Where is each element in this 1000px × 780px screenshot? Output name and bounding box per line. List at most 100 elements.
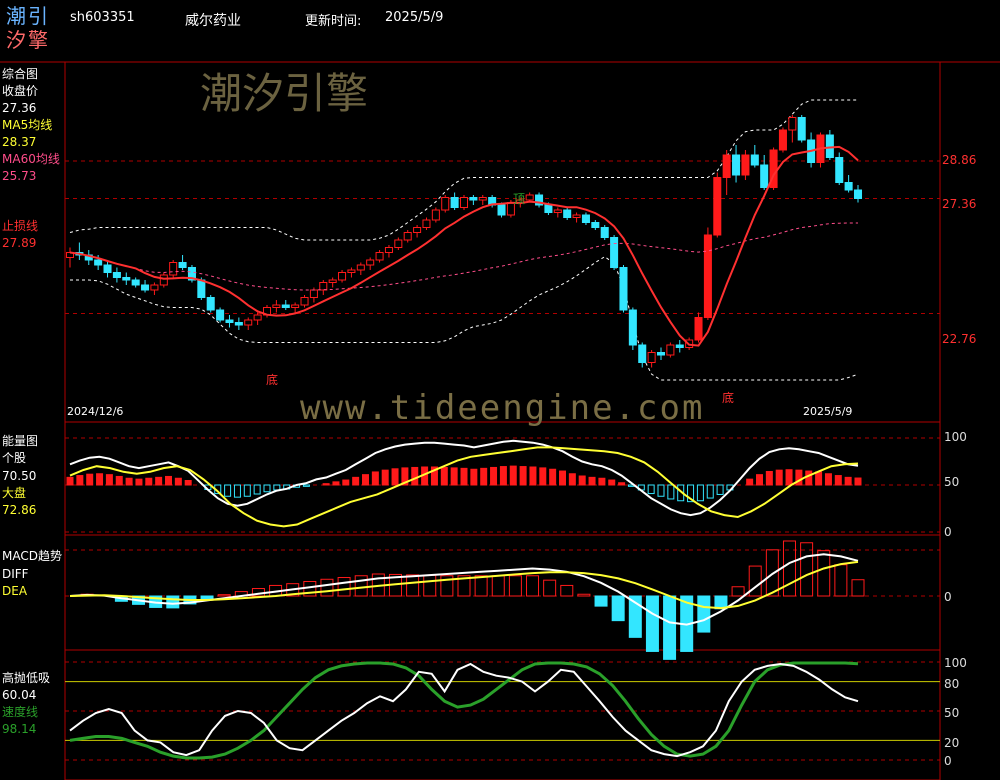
candle-body	[638, 344, 647, 363]
hilo-title: 高抛低吸	[2, 671, 51, 685]
macd-bar	[663, 595, 677, 660]
energy-tick-100: 100	[944, 430, 967, 444]
energy-bar	[135, 478, 143, 486]
energy-bar	[332, 481, 340, 486]
macd-bar	[337, 577, 351, 597]
candle-body	[150, 284, 159, 291]
energy-bar	[509, 465, 517, 486]
energy-bar	[76, 475, 84, 486]
energy-bar	[608, 479, 616, 486]
energy-market-value: 72.86	[2, 503, 37, 517]
energy-bar	[657, 484, 665, 497]
candle-body	[610, 237, 619, 268]
energy-bar	[155, 476, 163, 486]
candle-body	[112, 272, 121, 278]
energy-bar	[115, 475, 123, 486]
ma60-value: 25.73	[2, 169, 37, 183]
macd-bar	[217, 594, 231, 597]
bottom-mark-2: 底	[722, 391, 735, 405]
macd-bar	[560, 584, 574, 597]
candle-body	[244, 319, 253, 326]
hilo-tick-20: 20	[944, 736, 960, 750]
energy-bar	[342, 479, 350, 486]
energy-stock-label: 个股	[2, 451, 27, 465]
candle-body	[291, 304, 300, 308]
stop-value: 27.89	[2, 236, 37, 250]
candle-body	[694, 317, 703, 341]
macd-bar	[697, 595, 711, 633]
candle-body	[469, 197, 478, 201]
energy-market-label: 大盘	[2, 486, 27, 500]
hilo-tick-0: 0	[944, 754, 952, 768]
candle-body	[272, 304, 281, 308]
macd-bar	[406, 574, 420, 597]
hilo-speed-value: 98.14	[2, 722, 37, 736]
energy-bar	[105, 474, 113, 486]
energy-bar	[539, 467, 547, 486]
candle-body	[525, 194, 534, 201]
candle-body	[581, 214, 590, 223]
energy-title: 能量图	[2, 434, 39, 448]
macd-bar	[817, 550, 831, 597]
energy-bar	[450, 467, 458, 486]
energy-bar	[322, 483, 330, 486]
energy-bar	[243, 484, 251, 497]
macd-diff-label: DIFF	[2, 567, 29, 581]
energy-bar	[746, 478, 754, 486]
bottom-mark-1: 底	[266, 373, 279, 387]
candle-body	[741, 154, 750, 176]
energy-bar	[775, 469, 783, 486]
energy-stock-value: 70.50	[2, 469, 37, 483]
energy-bar	[499, 466, 507, 486]
energy-bar	[263, 484, 271, 493]
macd-bar	[200, 595, 214, 600]
energy-bar	[785, 469, 793, 486]
watermark-url: www.tideengine.com	[300, 388, 705, 428]
macd-bar	[423, 574, 437, 597]
candle-body	[366, 259, 375, 266]
main-title: 综合图	[2, 67, 39, 81]
candle-body	[553, 209, 562, 213]
macd-bar	[508, 575, 522, 597]
y-tick-27-36: 27.36	[942, 197, 977, 211]
macd-bar	[354, 575, 368, 597]
candle-body	[319, 282, 328, 291]
energy-bar	[844, 476, 852, 486]
date-start: 2024/12/6	[67, 405, 124, 418]
candle-body	[216, 309, 225, 321]
candle-body	[234, 322, 243, 326]
hilo-tick-100: 100	[944, 656, 967, 670]
energy-bar	[165, 475, 172, 486]
energy-bar	[519, 466, 527, 486]
energy-bar	[96, 473, 104, 486]
energy-bar	[647, 484, 655, 495]
candle-body	[338, 272, 347, 281]
candle-body	[563, 209, 572, 218]
macd-bar	[731, 586, 745, 597]
energy-bar	[362, 474, 369, 486]
energy-bar	[391, 468, 399, 486]
energy-bar	[470, 468, 478, 486]
macd-tick-0: 0	[944, 590, 952, 604]
energy-bar	[559, 470, 566, 486]
candle-body	[441, 197, 450, 211]
candle-body	[281, 304, 290, 308]
candle-body	[431, 209, 440, 221]
macd-bar	[474, 575, 488, 597]
energy-bar	[716, 484, 724, 495]
y-tick-22-76: 22.76	[942, 332, 977, 346]
candle-body	[788, 117, 797, 131]
candle-body	[309, 289, 318, 298]
energy-bar	[667, 484, 675, 500]
date-end: 2025/5/9	[803, 405, 853, 418]
macd-bar	[834, 564, 848, 597]
candle-body	[131, 279, 140, 286]
hilo-panel	[65, 661, 940, 761]
energy-bar	[480, 467, 488, 486]
candle-body	[169, 262, 178, 276]
macd-dea-label: DEA	[2, 584, 28, 598]
stop-loss-line	[69, 145, 859, 347]
energy-bar	[765, 471, 773, 486]
energy-panel	[65, 437, 940, 533]
energy-bar	[854, 477, 862, 486]
